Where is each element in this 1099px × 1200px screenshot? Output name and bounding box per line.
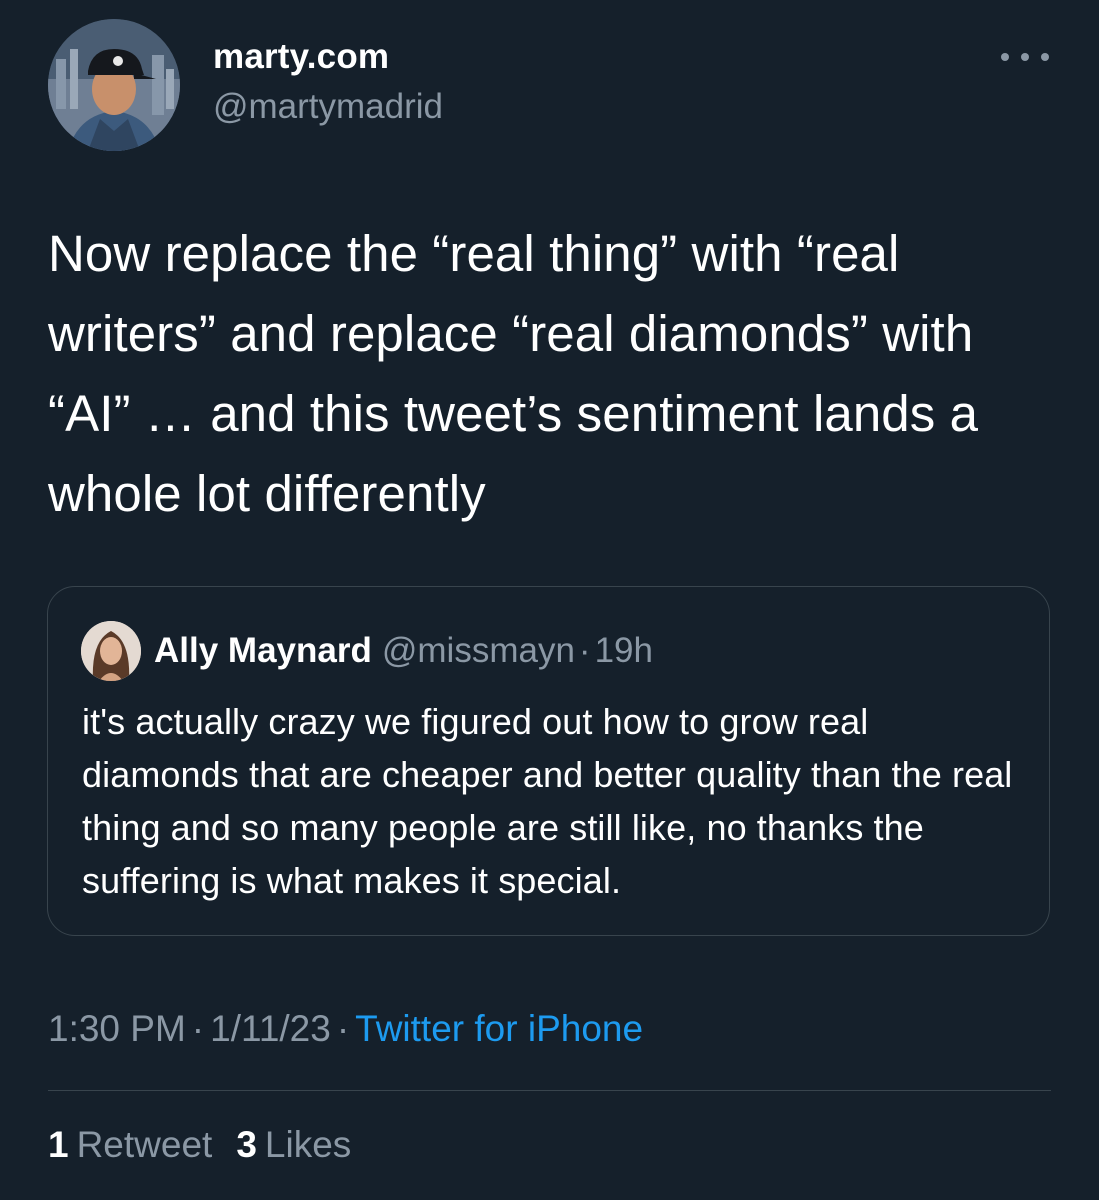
- tweet-text: Now replace the “real thing” with “real …: [48, 225, 993, 522]
- quoted-time: 19h: [594, 631, 653, 670]
- retweets-label: Retweet: [76, 1124, 213, 1165]
- likes-count: 3: [236, 1124, 257, 1165]
- retweets-stat[interactable]: 1 Retweet: [48, 1124, 212, 1165]
- likes-label: Likes: [264, 1124, 352, 1165]
- tweet-header: marty.com @martymadrid: [48, 19, 1051, 151]
- more-dot: [1021, 53, 1029, 61]
- author-handle[interactable]: @martymadrid: [213, 87, 443, 127]
- author-avatar[interactable]: [48, 19, 180, 151]
- quoted-author-handle: @missmayn: [381, 631, 575, 670]
- author-name[interactable]: marty.com: [213, 37, 389, 77]
- quoted-text: it's actually crazy we figured out how t…: [82, 701, 1013, 901]
- quoted-separator: ·: [578, 631, 591, 670]
- quoted-author-avatar: [81, 621, 141, 681]
- engagement-stats: 1 Retweet 3 Likes: [48, 1124, 351, 1166]
- timestamp-separator: ·: [191, 1008, 205, 1049]
- tweet-time[interactable]: 1:30 PM: [48, 1008, 186, 1049]
- quoted-meta: Ally Maynard @missmayn · 19h: [154, 631, 653, 671]
- stats-divider: [48, 1090, 1051, 1091]
- more-options-icon[interactable]: [1001, 43, 1049, 71]
- source-separator: ·: [336, 1008, 350, 1049]
- likes-stat[interactable]: 3 Likes: [236, 1124, 351, 1165]
- tweet-source-link[interactable]: Twitter for iPhone: [355, 1008, 643, 1049]
- more-dot: [1041, 53, 1049, 61]
- more-dot: [1001, 53, 1009, 61]
- quoted-author-name: Ally Maynard: [154, 631, 372, 670]
- retweets-count: 1: [48, 1124, 69, 1165]
- quoted-tweet[interactable]: Ally Maynard @missmayn · 19h it's actually …: [47, 586, 1050, 936]
- tweet-timestamp-row: 1:30 PM · 1/11/23 · Twitter for iPhone: [48, 1008, 643, 1050]
- tweet-date[interactable]: 1/11/23: [210, 1008, 331, 1049]
